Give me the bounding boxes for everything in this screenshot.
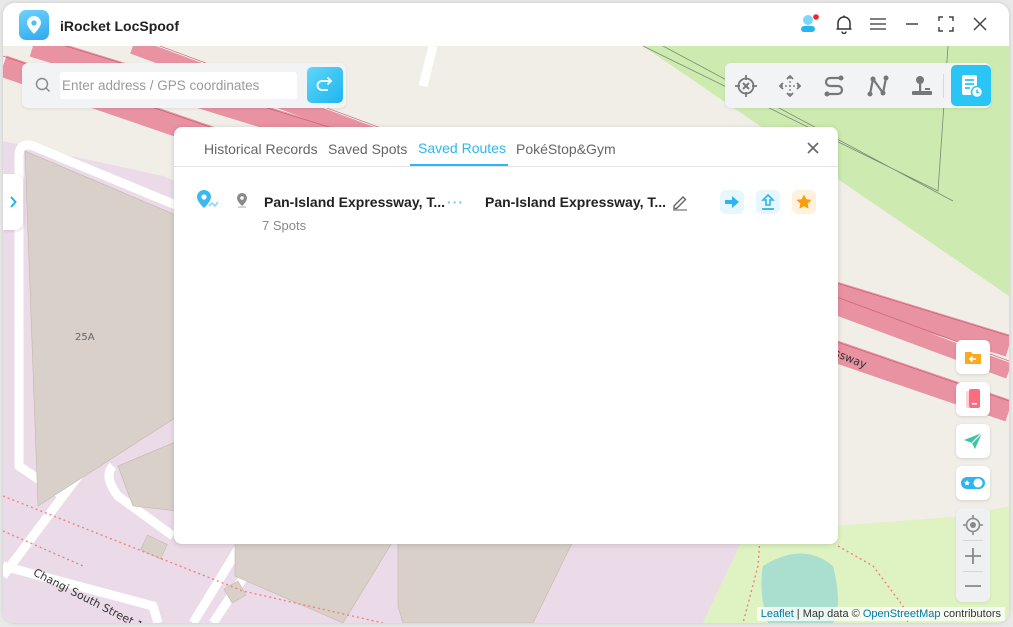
records-panel: Historical Records Saved Spots Saved Rou… (174, 127, 838, 544)
panel-tabs: Historical Records Saved Spots Saved Rou… (174, 127, 838, 167)
send-button[interactable] (956, 424, 990, 458)
map-attribution: Leaflet | Map data © OpenStreetMap contr… (756, 607, 1005, 621)
toolbar-divider (943, 74, 944, 98)
search-bar (22, 63, 346, 108)
minimize-icon[interactable] (901, 13, 923, 35)
sidebar-expand-button[interactable] (3, 174, 23, 230)
tab-saved-spots[interactable]: Saved Spots (328, 141, 407, 157)
toggle-switch-icon (961, 477, 985, 489)
menu-icon[interactable] (867, 13, 889, 35)
s-route-icon (824, 75, 844, 97)
redirect-arrow-icon (316, 76, 333, 91)
history-records-icon (962, 74, 983, 98)
teleport-mode-button[interactable] (732, 72, 760, 100)
attribution-suffix: contributors (940, 608, 1001, 620)
go-route-button[interactable] (720, 190, 744, 214)
zoom-in-button[interactable] (956, 541, 990, 571)
map-label-building: 25A (75, 332, 95, 343)
device-phone-icon (966, 389, 980, 408)
chevron-right-icon (10, 196, 17, 208)
close-icon[interactable] (969, 13, 991, 35)
route-spots-count: 7 Spots (262, 218, 307, 233)
crosshair-target-icon (735, 75, 757, 97)
search-input[interactable] (60, 72, 297, 99)
move-arrows-icon (778, 74, 802, 98)
tab-saved-routes[interactable]: Saved Routes (418, 140, 506, 156)
bell-icon[interactable] (833, 13, 855, 35)
panel-close-button[interactable] (806, 141, 820, 155)
two-spot-mode-button[interactable] (820, 72, 848, 100)
favorite-route-button[interactable] (792, 190, 816, 214)
joystick-mode-button[interactable] (908, 72, 936, 100)
route-separator-dots: ··· (447, 194, 464, 210)
tab-pokestop-gym[interactable]: PokéStop&Gym (516, 141, 616, 157)
export-route-button[interactable] (756, 190, 780, 214)
map-zoom-controls (956, 508, 990, 602)
route-list-item[interactable]: Pan-Island Expressway, T... ··· Pan-Isla… (174, 179, 838, 239)
multi-spot-mode-button[interactable] (864, 72, 892, 100)
app-window: iRocket LocSpoof 25A Changi South Street… (3, 3, 1009, 623)
locate-button[interactable] (956, 510, 990, 540)
app-title: iRocket LocSpoof (60, 18, 180, 34)
zoom-out-button[interactable] (956, 571, 990, 601)
close-icon (807, 142, 819, 154)
edit-route-button[interactable] (668, 190, 692, 214)
n-route-icon (867, 75, 889, 97)
route-start-address: Pan-Island Expressway, T... (264, 194, 446, 210)
star-icon (796, 194, 812, 209)
search-icon (35, 77, 51, 98)
move-mode-button[interactable] (776, 72, 804, 100)
tab-historical-records[interactable]: Historical Records (204, 141, 318, 157)
title-bar: iRocket LocSpoof (3, 3, 1009, 46)
export-upload-icon (761, 193, 775, 210)
fullscreen-icon[interactable] (935, 13, 957, 35)
go-arrow-icon (725, 196, 739, 208)
send-paper-plane-icon (964, 432, 983, 449)
toggle-button[interactable] (956, 466, 990, 500)
pencil-edit-icon (673, 196, 687, 211)
device-button[interactable] (956, 382, 990, 416)
joystick-icon (912, 76, 932, 95)
zoom-in-icon (965, 548, 981, 564)
import-folder-icon (965, 352, 981, 364)
active-tab-indicator (410, 164, 508, 166)
openstreetmap-link[interactable]: OpenStreetMap (863, 608, 941, 620)
route-end-address: Pan-Island Expressway, T... (485, 194, 667, 210)
mode-toolbar (725, 63, 991, 108)
import-button[interactable] (956, 340, 990, 374)
history-mode-button[interactable] (951, 65, 991, 106)
leaflet-link[interactable]: Leaflet (761, 608, 794, 620)
attribution-text: | Map data © (793, 608, 863, 620)
route-icon (196, 189, 222, 216)
app-logo-icon (19, 10, 49, 40)
location-pin-icon (236, 192, 248, 213)
zoom-out-icon (965, 585, 981, 587)
search-go-button[interactable] (307, 67, 343, 103)
locate-icon (963, 515, 983, 535)
map-view[interactable]: 25A Changi South Street 1 essway Enter a… (3, 46, 1009, 623)
user-notification-icon[interactable] (799, 13, 821, 35)
